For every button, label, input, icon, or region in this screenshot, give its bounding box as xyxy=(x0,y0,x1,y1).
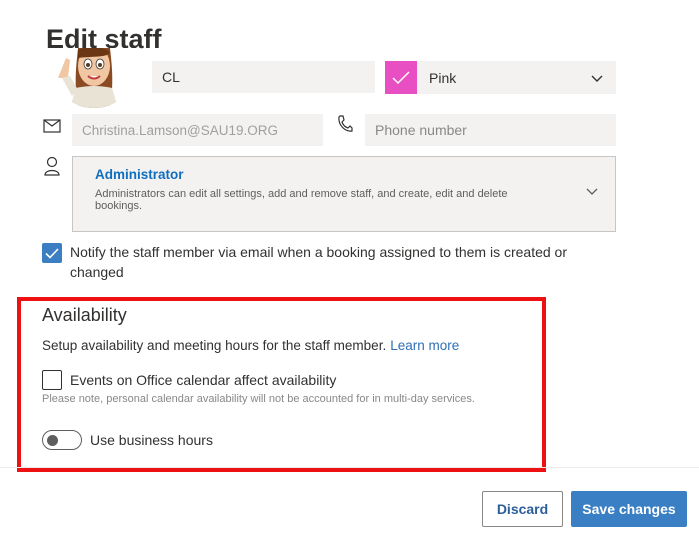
business-hours-label: Use business hours xyxy=(90,432,213,448)
availability-description-text: Setup availability and meeting hours for… xyxy=(42,338,387,353)
learn-more-link[interactable]: Learn more xyxy=(390,338,459,353)
discard-button[interactable]: Discard xyxy=(482,491,563,527)
role-description: Administrators can edit all settings, ad… xyxy=(95,188,508,212)
toggle-knob xyxy=(47,435,58,446)
availability-title: Availability xyxy=(42,305,127,325)
person-icon xyxy=(44,156,60,176)
checkmark-icon xyxy=(45,247,59,259)
business-hours-toggle[interactable] xyxy=(42,430,82,450)
initials-field[interactable]: CL xyxy=(152,61,375,93)
color-name: Pink xyxy=(429,69,457,86)
phone-icon xyxy=(338,115,353,132)
events-note: Please note, personal calendar availabil… xyxy=(42,393,475,405)
phone-field[interactable]: Phone number xyxy=(365,114,616,146)
save-changes-button[interactable]: Save changes xyxy=(571,491,687,527)
events-label: Events on Office calendar affect availab… xyxy=(70,372,337,388)
notify-checkbox[interactable] xyxy=(42,243,62,263)
mail-icon xyxy=(43,119,61,133)
color-select[interactable]: Pink xyxy=(385,61,616,94)
role-select[interactable]: Administrator Administrators can edit al… xyxy=(72,156,616,232)
role-name: Administrator xyxy=(95,167,184,182)
email-field[interactable]: Christina.Lamson@SAU19.ORG xyxy=(72,114,323,146)
color-swatch xyxy=(385,61,417,94)
footer-divider xyxy=(0,467,699,468)
avatar[interactable] xyxy=(48,48,140,108)
notify-label: Notify the staff member via email when a… xyxy=(70,244,567,280)
checkmark-icon xyxy=(392,70,410,84)
chevron-down-icon xyxy=(591,75,603,82)
chevron-down-icon xyxy=(586,188,598,195)
availability-description: Setup availability and meeting hours for… xyxy=(42,338,459,353)
events-checkbox[interactable] xyxy=(42,370,62,390)
